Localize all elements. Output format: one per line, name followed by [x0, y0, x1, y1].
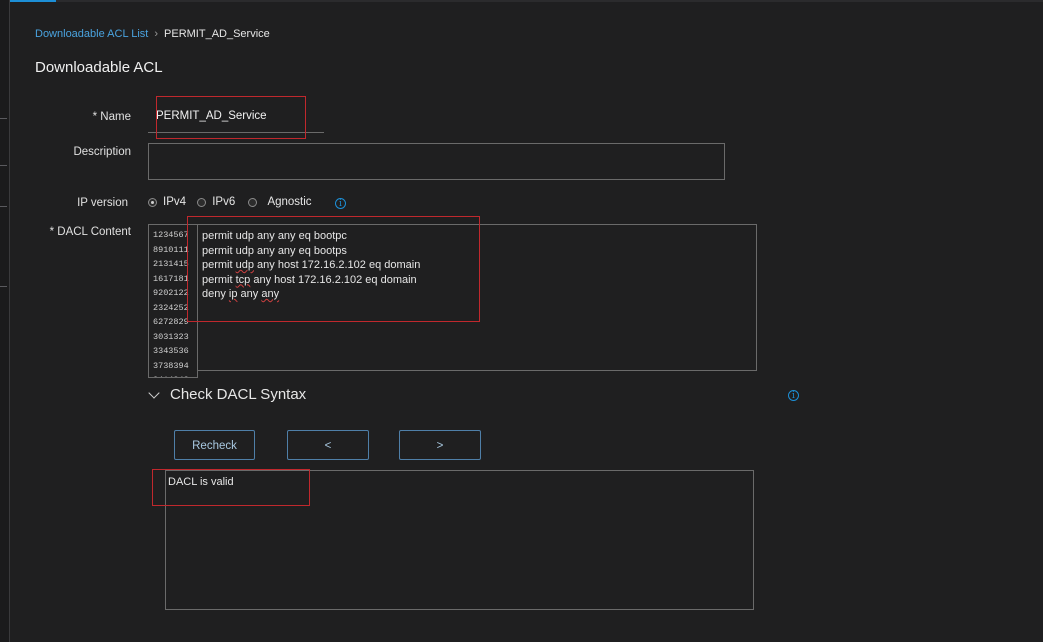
ip-version-radio-group: IPv4 IPv6 Agnostic: [148, 196, 312, 208]
radio-ipv4[interactable]: IPv4: [148, 196, 186, 208]
line-number: 6272829: [153, 317, 189, 327]
recheck-button[interactable]: Recheck: [174, 430, 255, 460]
check-dacl-syntax-title: Check DACL Syntax: [170, 386, 307, 403]
syntax-result-text: DACL is valid: [168, 476, 234, 488]
breadcrumb: Downloadable ACL List › PERMIT_AD_Service: [35, 28, 270, 40]
line-number-gutter: 1234567 8910111 2131415 1617181 9202122 …: [148, 224, 198, 378]
radio-ipv4-label: IPv4: [163, 196, 187, 208]
ip-version-label: IP version: [77, 197, 128, 209]
rail-divider: [0, 165, 7, 166]
line-number: 1617181: [153, 273, 189, 284]
radio-agnostic-label: Agnostic: [267, 196, 312, 208]
dacl-line: permit udp any any eq bootpc: [202, 230, 347, 242]
dacl-line: permit tcp any host 172.16.2.102 eq doma…: [202, 273, 417, 286]
name-input-underline: [148, 132, 324, 133]
dacl-content-editor[interactable]: permit udp any any eq bootpc permit udp …: [198, 224, 757, 371]
breadcrumb-parent-link[interactable]: Downloadable ACL List: [35, 28, 148, 40]
radio-ipv6-label: IPv6: [212, 196, 236, 208]
rail-divider: [0, 286, 7, 287]
line-number: 9202122: [153, 288, 189, 298]
next-button[interactable]: >: [399, 430, 481, 460]
breadcrumb-current: PERMIT_AD_Service: [164, 28, 270, 40]
radio-ipv6-button[interactable]: [197, 197, 207, 207]
dacl-content-label: * DACL Content: [49, 226, 131, 238]
radio-ipv6[interactable]: IPv6: [197, 196, 235, 208]
breadcrumb-separator-icon: ›: [154, 28, 159, 40]
name-input[interactable]: PERMIT_AD_Service: [156, 110, 267, 122]
radio-agnostic[interactable]: Agnostic: [248, 196, 312, 208]
dacl-line: deny ip any any: [202, 288, 280, 300]
dacl-line: permit udp any host 172.16.2.102 eq doma…: [202, 259, 421, 271]
info-icon[interactable]: i: [788, 390, 799, 401]
line-number: 3343536: [153, 346, 189, 356]
rail-divider: [0, 206, 7, 207]
chevron-down-icon: [148, 387, 160, 399]
syntax-result-box: [165, 470, 754, 610]
check-dacl-syntax-toggle[interactable]: Check DACL Syntax: [148, 386, 306, 403]
line-number: 0414243: [149, 373, 197, 377]
previous-button[interactable]: <: [287, 430, 369, 460]
info-icon[interactable]: i: [335, 198, 346, 209]
description-textarea[interactable]: [148, 143, 725, 180]
line-number: 2324252: [153, 302, 189, 313]
left-nav-rail[interactable]: [0, 0, 10, 642]
line-number: 8910111: [153, 244, 189, 255]
radio-ipv4-button[interactable]: [148, 197, 157, 207]
rail-divider: [0, 118, 7, 119]
radio-agnostic-button[interactable]: [248, 197, 258, 207]
dacl-line: permit udp any any eq bootps: [202, 244, 347, 257]
top-bar: [0, 0, 1043, 2]
line-number: 3031323: [153, 331, 189, 342]
line-number: 1234567: [153, 230, 189, 240]
line-number: 2131415: [153, 259, 189, 269]
description-label: Description: [73, 146, 131, 158]
name-label: * Name: [92, 111, 131, 123]
page-title: Downloadable ACL: [35, 59, 163, 76]
line-number: 3738394: [153, 360, 189, 371]
